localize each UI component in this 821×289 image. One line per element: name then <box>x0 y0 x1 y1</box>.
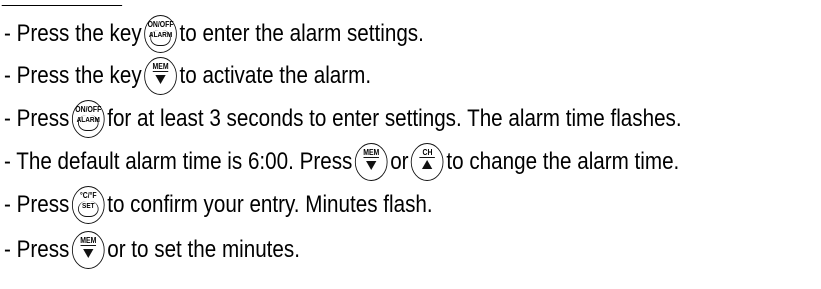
instruction-line-5: - Press °C/°F SET to confirm your entry.… <box>4 184 433 226</box>
instruction-document: - Press the key ON/OFF ALARM to enter th… <box>0 0 821 289</box>
instruction-text: or to set the minutes. <box>107 236 300 263</box>
instruction-text: - Press <box>4 236 70 263</box>
instruction-text: to activate the alarm. <box>179 62 372 89</box>
instruction-text: - Press the key <box>4 62 142 89</box>
section-heading <box>0 0 123 7</box>
instruction-line-1: - Press the key ON/OFF ALARM to enter th… <box>4 13 424 55</box>
instruction-line-6: - Press MEM or to set the minutes. <box>4 229 300 271</box>
down-arrow-icon <box>83 249 94 258</box>
instruction-line-3: - Press ON/OFF ALARM for at least 3 seco… <box>4 98 682 140</box>
instruction-text: - The default alarm time is 6:00. Press <box>4 148 353 175</box>
instruction-text: - Press the key <box>4 20 142 47</box>
instruction-text: for at least 3 seconds to enter settings… <box>107 105 682 132</box>
mem-down-arrow-key-icon: MEM <box>144 57 177 95</box>
instruction-text: to enter the alarm settings. <box>179 20 424 47</box>
heading-underline <box>1 0 123 6</box>
instruction-text: or <box>390 148 409 175</box>
on-off-alarm-key-icon: ON/OFF ALARM <box>144 15 177 53</box>
mem-down-arrow-key-icon: MEM <box>354 143 388 181</box>
mem-down-arrow-key-icon: MEM <box>71 231 105 269</box>
instruction-text: to change the alarm time. <box>446 148 680 175</box>
up-arrow-icon <box>422 160 433 169</box>
instruction-line-2: - Press the key MEM to activate the alar… <box>4 55 371 97</box>
down-arrow-icon <box>155 75 166 84</box>
ch-up-arrow-key-icon: CH <box>411 143 444 181</box>
instruction-line-4: - The default alarm time is 6:00. Press … <box>4 141 679 183</box>
down-arrow-icon <box>366 161 377 170</box>
instruction-text: - Press <box>4 105 70 132</box>
celsius-fahrenheit-set-key-icon: °C/°F SET <box>71 186 105 224</box>
instruction-text: to confirm your entry. Minutes flash. <box>107 191 433 218</box>
on-off-alarm-key-icon: ON/OFF ALARM <box>71 100 105 138</box>
instruction-text: - Press <box>4 191 70 218</box>
